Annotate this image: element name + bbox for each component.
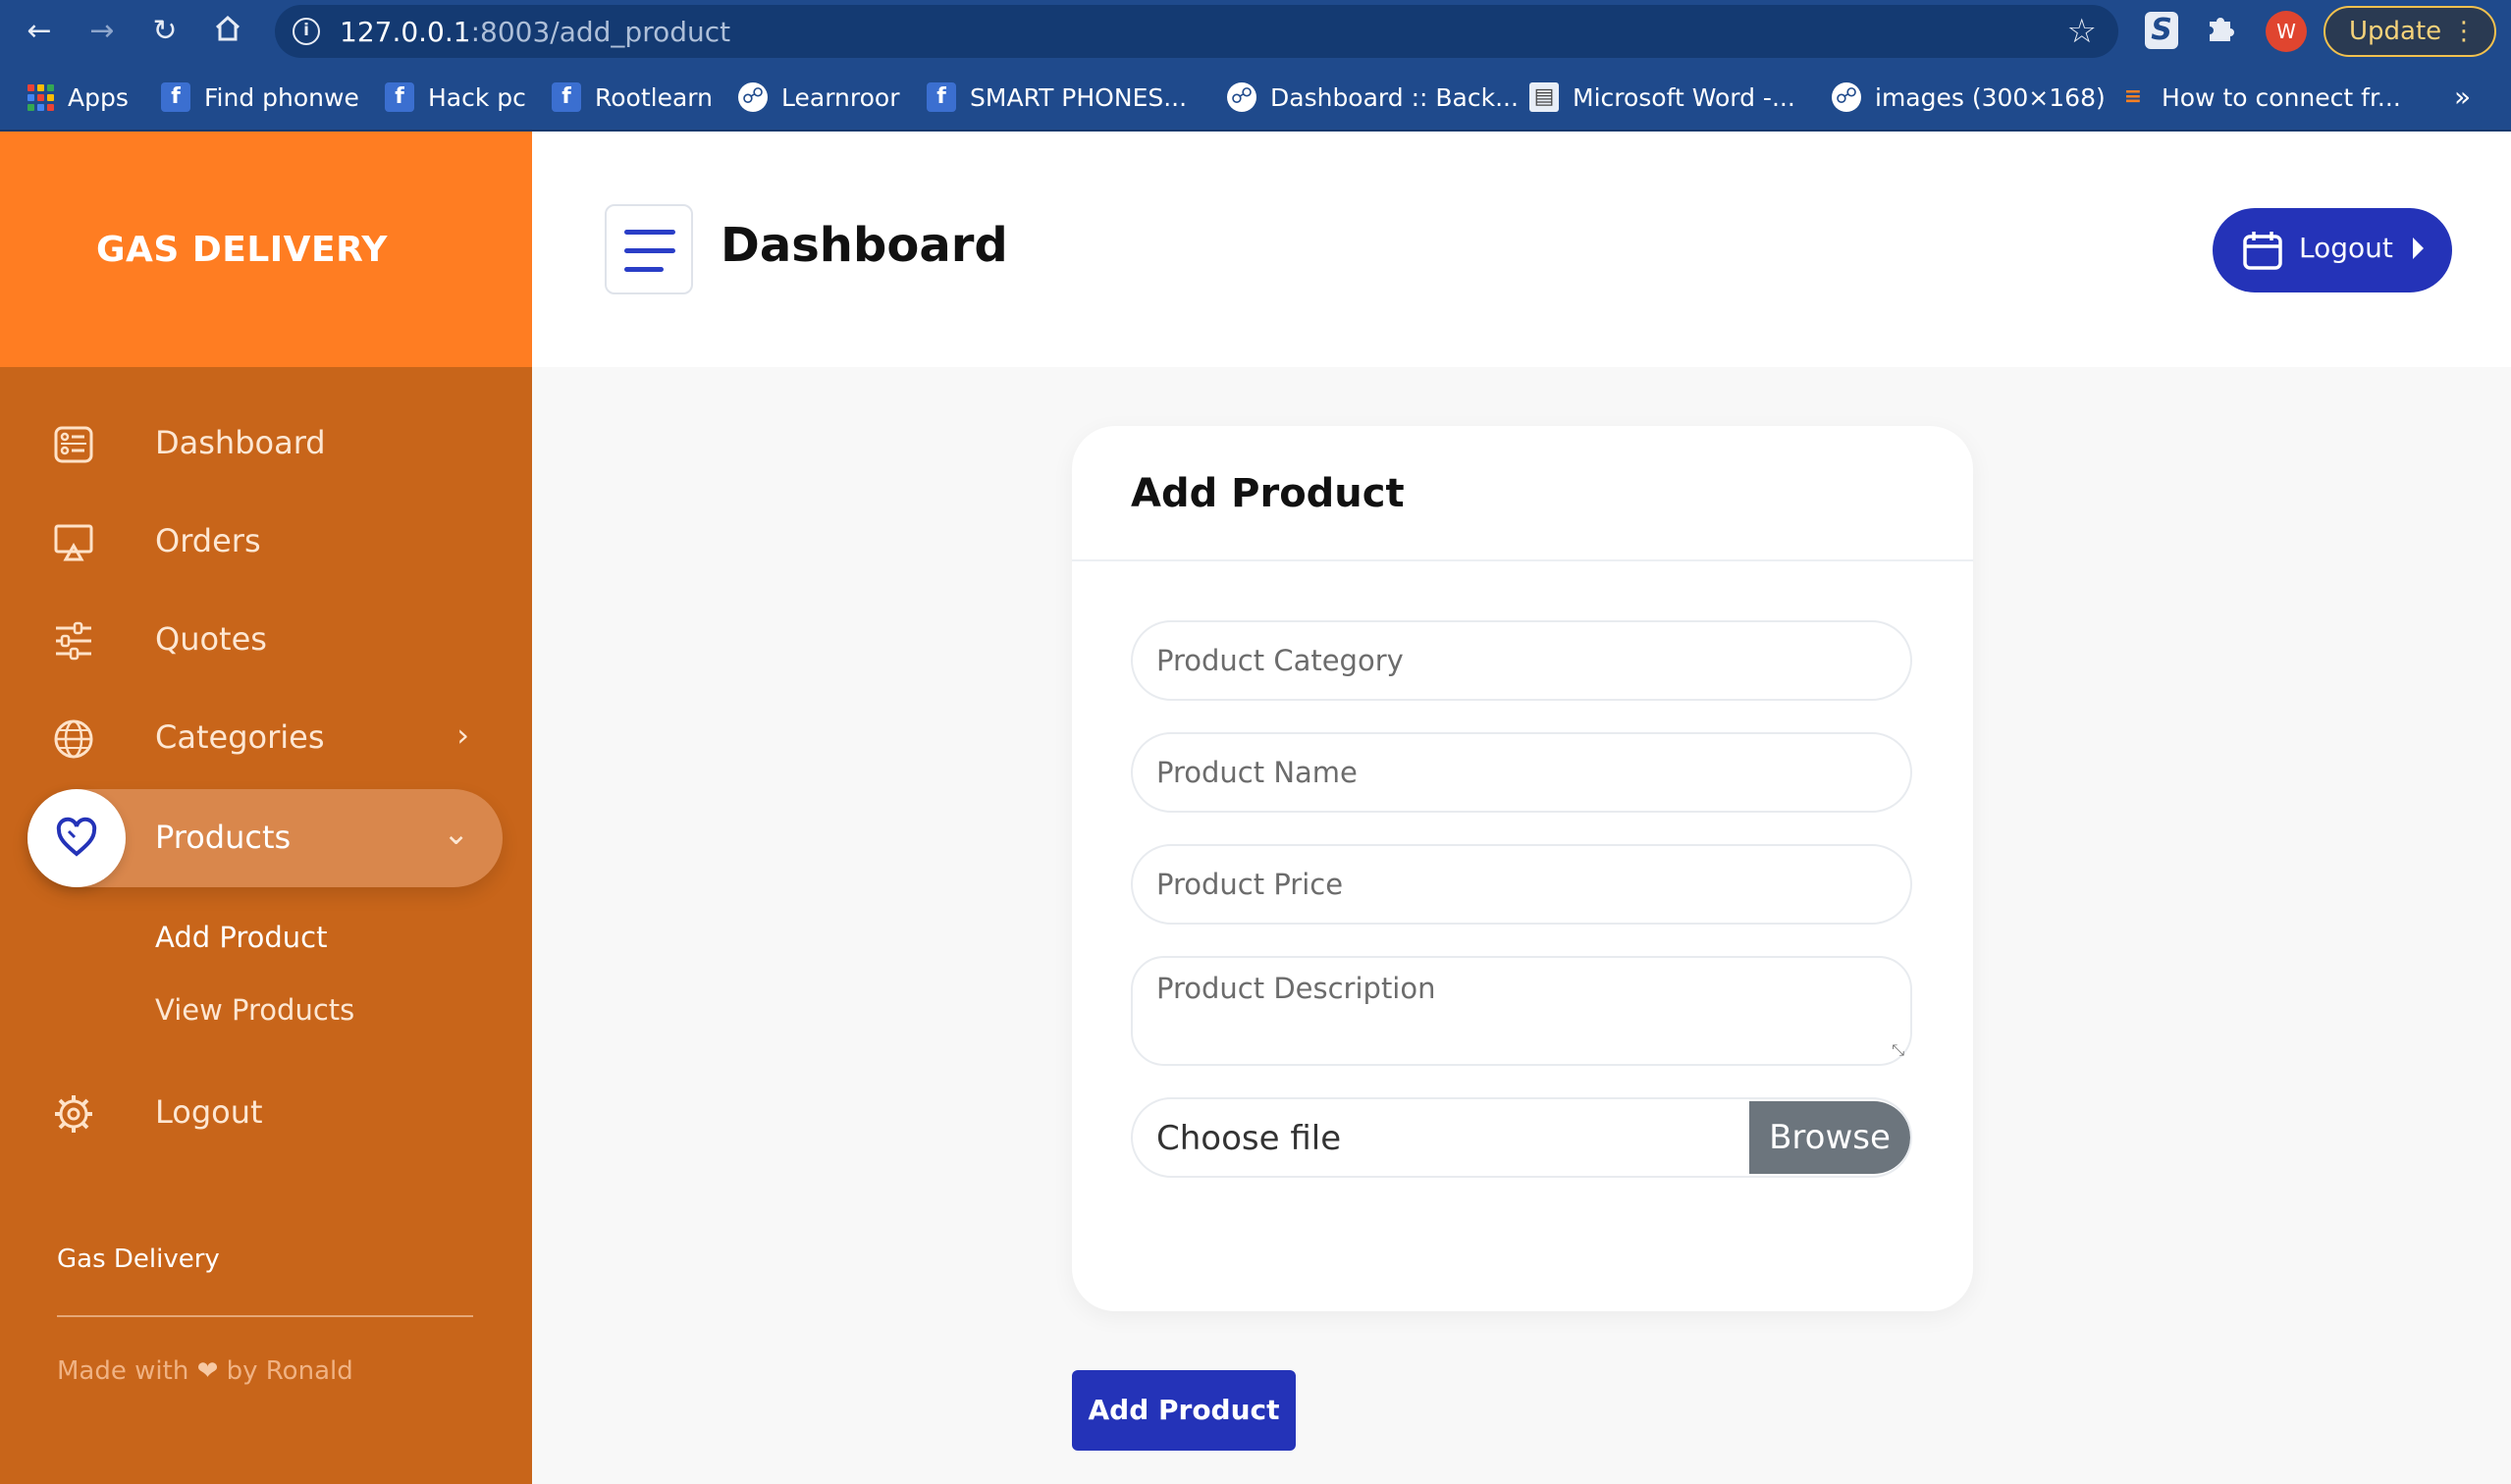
sidebar-item-dashboard[interactable]: Dashboard <box>27 395 503 493</box>
sidebar-item-orders[interactable]: Orders <box>27 493 503 591</box>
bookmarks-more-icon[interactable]: » <box>2454 80 2471 113</box>
bookmark-images[interactable]: ☍ images (300×168) <box>1832 80 2106 114</box>
calendar-icon <box>2243 232 2282 270</box>
sidebar-divider <box>57 1315 473 1317</box>
address-url[interactable]: 127.0.0.1:8003/add_product <box>340 16 730 48</box>
globe-icon: ☍ <box>1832 82 1861 112</box>
product-category-input[interactable] <box>1133 622 1910 699</box>
browser-update-button[interactable]: Update ⋮ <box>2324 6 2496 57</box>
facebook-icon: f <box>552 82 581 112</box>
sidebar-item-quotes[interactable]: Quotes <box>27 591 503 689</box>
card-title: Add Product <box>1131 471 1405 516</box>
stackoverflow-icon: ≡ <box>2123 84 2143 109</box>
page-header: Dashboard Logout <box>532 132 2511 367</box>
gear-icon <box>55 1095 92 1133</box>
heart-icon <box>56 817 97 857</box>
page-title: Dashboard <box>721 218 1008 273</box>
product-description-field: ⤡ <box>1131 956 1912 1066</box>
document-icon: ▤ <box>1529 82 1559 112</box>
address-bar[interactable]: i 127.0.0.1:8003/add_product ☆ <box>275 5 2118 58</box>
bookmark-apps[interactable]: Apps <box>27 80 129 114</box>
header-logout-button[interactable]: Logout <box>2213 208 2452 292</box>
dashboard-icon <box>54 426 93 463</box>
product-price-field <box>1131 844 1912 925</box>
globe-icon: ☍ <box>1227 82 1256 112</box>
hamburger-icon <box>624 230 675 235</box>
product-name-field <box>1131 732 1912 813</box>
bookmark-smart-phones[interactable]: f SMART PHONES... <box>927 80 1187 114</box>
bookmark-dashboard-back[interactable]: ☍ Dashboard :: Back... <box>1227 80 1519 114</box>
reload-icon[interactable]: ↻ <box>147 14 183 49</box>
brand-header: GAS DELIVERY <box>0 132 532 367</box>
bookmark-microsoft-word[interactable]: ▤ Microsoft Word -... <box>1529 80 1795 114</box>
sidebar-credit: Made with ❤ by Ronald <box>57 1356 353 1386</box>
profile-avatar[interactable]: W <box>2266 11 2307 52</box>
sidebar-item-label: Categories <box>155 718 325 756</box>
bookmark-how-to-connect[interactable]: ≡ How to connect fr... <box>2118 80 2401 114</box>
active-item-bubble <box>27 789 126 887</box>
bookmark-rootlearn[interactable]: f Rootlearn <box>552 80 713 114</box>
menu-toggle-button[interactable] <box>605 204 693 294</box>
sidebar-subitem-add-product[interactable]: Add Product <box>155 921 327 954</box>
browse-button[interactable]: Browse <box>1749 1101 1910 1174</box>
brand-title[interactable]: GAS DELIVERY <box>96 230 388 270</box>
home-icon[interactable] <box>210 14 245 49</box>
sidebar-footer-title: Gas Delivery <box>57 1245 220 1274</box>
back-arrow-icon[interactable]: ← <box>22 14 57 49</box>
facebook-icon: f <box>927 82 956 112</box>
browser-toolbar: ← → ↻ i 127.0.0.1:8003/add_product ☆ S W… <box>0 0 2511 63</box>
add-product-button[interactable]: Add Product <box>1072 1370 1296 1451</box>
facebook-icon: f <box>385 82 414 112</box>
apps-grid-icon <box>27 83 54 111</box>
file-label: Choose file <box>1156 1119 1342 1158</box>
monitor-icon <box>54 524 93 561</box>
file-upload-field[interactable]: Choose file Browse <box>1131 1097 1912 1178</box>
globe-icon: ☍ <box>738 82 768 112</box>
sidebar-item-categories[interactable]: Categories › <box>27 689 503 787</box>
bookmark-star-icon[interactable]: ☆ <box>2067 12 2097 51</box>
sidebar-item-logout[interactable]: Logout <box>27 1064 503 1162</box>
bookmark-hack-pc[interactable]: f Hack pc <box>385 80 526 114</box>
sidebar-item-label: Logout <box>155 1093 263 1131</box>
chevron-right-icon: › <box>456 716 469 754</box>
globe-icon <box>54 719 93 759</box>
sidebar-item-label: Products <box>155 819 292 856</box>
product-description-textarea[interactable] <box>1133 958 1910 1064</box>
chevron-down-icon: ⌄ <box>443 815 469 852</box>
product-category-field <box>1131 620 1912 701</box>
sidebar: GAS DELIVERY Dashboard Orders Quotes Cat… <box>0 132 532 1484</box>
more-vert-icon: ⋮ <box>2451 17 2477 46</box>
site-info-icon[interactable]: i <box>293 18 320 45</box>
product-name-input[interactable] <box>1133 734 1910 811</box>
extensions-puzzle-icon[interactable] <box>2204 12 2237 53</box>
caret-right-icon <box>2413 238 2424 259</box>
resize-grip-icon[interactable]: ⤡ <box>1892 1040 1904 1060</box>
sliders-icon <box>56 621 91 661</box>
heart-icon: ❤ <box>196 1356 219 1386</box>
sidebar-item-label: Orders <box>155 522 261 559</box>
forward-arrow-icon[interactable]: → <box>84 14 120 49</box>
bookmark-learnroor[interactable]: ☍ Learnroor <box>738 80 899 114</box>
sidebar-item-label: Dashboard <box>155 424 326 461</box>
card-divider <box>1072 559 1973 561</box>
extension-s-icon[interactable]: S <box>2145 12 2178 49</box>
sidebar-subitem-view-products[interactable]: View Products <box>155 993 354 1027</box>
add-product-card: Add Product ⤡ Choose file Browse <box>1072 426 1973 1311</box>
facebook-icon: f <box>161 82 190 112</box>
bookmark-find-phonwe[interactable]: f Find phonwe <box>161 80 359 114</box>
sidebar-item-label: Quotes <box>155 620 267 658</box>
product-price-input[interactable] <box>1133 846 1910 923</box>
bookmarks-bar: Apps f Find phonwe f Hack pc f Rootlearn… <box>0 63 2511 132</box>
sidebar-item-products[interactable]: Products ⌄ <box>27 789 503 887</box>
